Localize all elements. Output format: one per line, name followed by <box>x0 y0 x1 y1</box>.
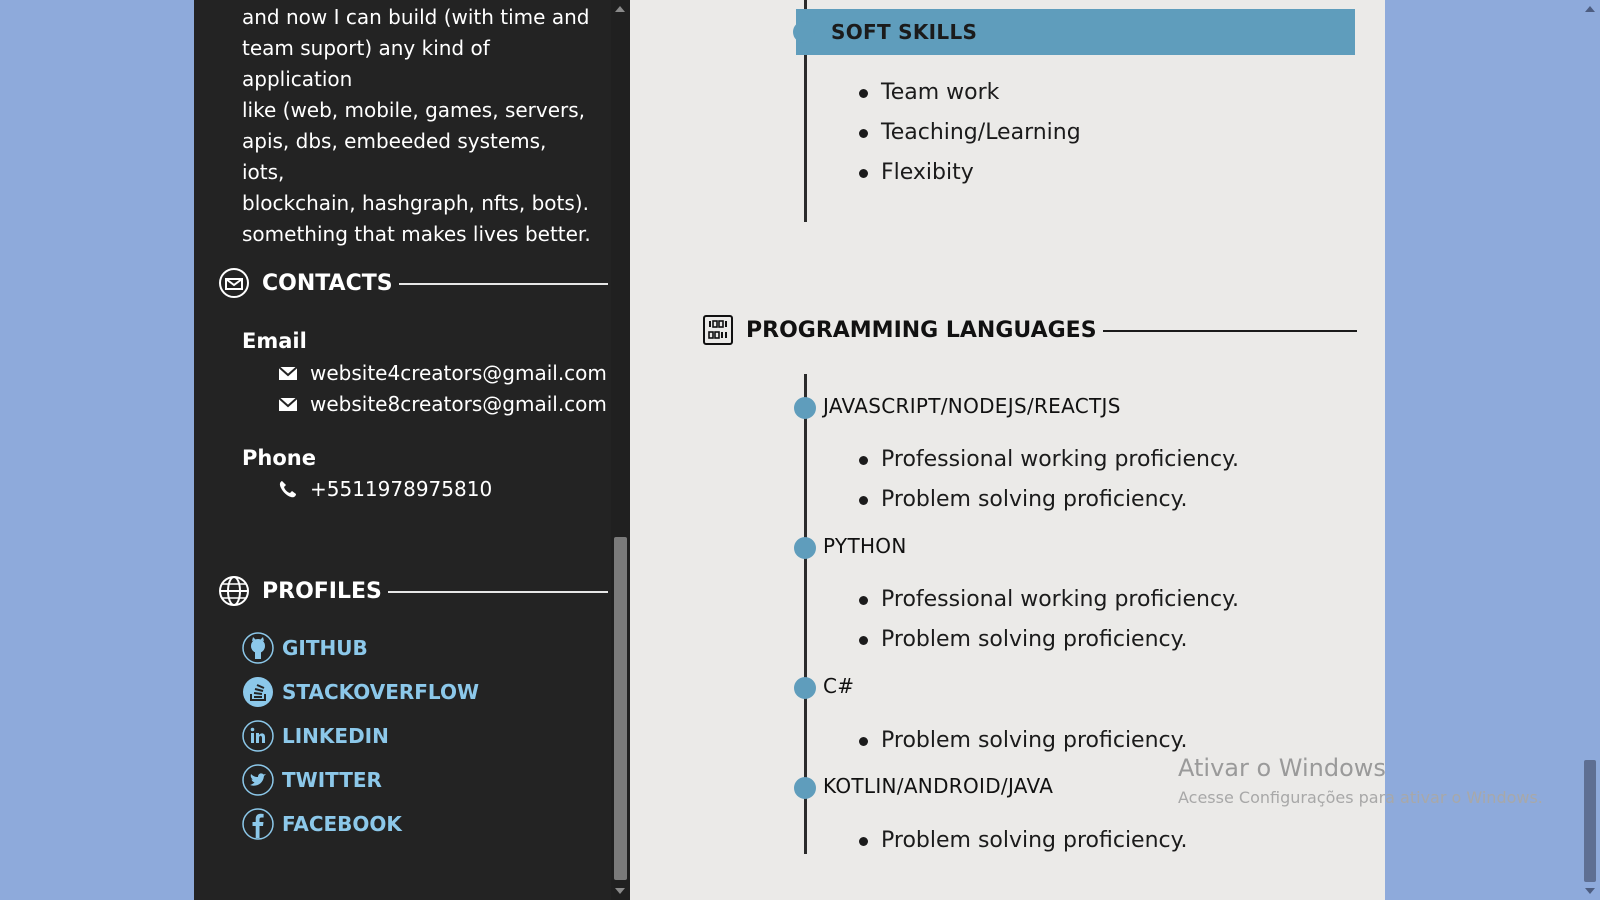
profile-link-facebook[interactable]: FACEBOOK <box>242 808 479 840</box>
about-line: blockchain, hashgraph, nfts, bots). <box>242 191 589 215</box>
language-points: Problem solving proficiency. <box>859 721 1188 761</box>
about-line: something that makes lives better. <box>242 222 591 246</box>
about-text: and now I can build (with time and team … <box>242 2 592 250</box>
language-name: PYTHON <box>823 534 907 558</box>
contacts-divider <box>398 283 608 285</box>
list-item: Problem solving proficiency. <box>859 821 1188 861</box>
email-label: Email <box>242 329 307 353</box>
timeline-dot <box>794 777 816 799</box>
mail-icon <box>278 397 298 411</box>
sidebar: and now I can build (with time and team … <box>194 0 611 900</box>
profile-label: STACKOVERFLOW <box>282 680 480 704</box>
about-line: team suport) any kind of application <box>242 36 490 91</box>
list-item: Professional working proficiency. <box>859 440 1239 480</box>
window-scroll-thumb[interactable] <box>1584 760 1596 882</box>
stackoverflow-icon <box>243 677 273 707</box>
profile-link-twitter[interactable]: TWITTER <box>242 764 479 796</box>
email-text: website4creators@gmail.com <box>310 361 607 385</box>
about-line: apis, dbs, embeeded systems, iots, <box>242 129 547 184</box>
profile-label: TWITTER <box>282 768 382 792</box>
phone-label: Phone <box>242 446 316 470</box>
globe-icon <box>219 576 249 606</box>
language-points: Professional working proficiency. Proble… <box>859 440 1239 520</box>
scroll-up-arrow-icon[interactable] <box>1585 6 1595 12</box>
programming-languages-divider <box>1102 330 1357 332</box>
soft-skills-list: Team work Teaching/Learning Flexibity <box>859 73 1081 193</box>
language-points: Professional working proficiency. Proble… <box>859 580 1239 660</box>
timeline-dot <box>794 537 816 559</box>
scroll-down-arrow-icon[interactable] <box>615 888 625 894</box>
scroll-down-arrow-icon[interactable] <box>1585 888 1595 894</box>
email-item[interactable]: website4creators@gmail.com <box>278 361 607 385</box>
profiles-list: GITHUB STACKOVERFLOW LINKEDIN TWITTER FA… <box>242 632 479 852</box>
binary-code-icon <box>703 315 733 345</box>
list-item: Team work <box>859 73 1081 113</box>
github-icon <box>242 632 274 664</box>
language-name: C# <box>823 674 855 698</box>
timeline-dot <box>793 21 815 43</box>
list-item: Teaching/Learning <box>859 113 1081 153</box>
profile-link-github[interactable]: GITHUB <box>242 632 479 664</box>
email-item[interactable]: website8creators@gmail.com <box>278 392 607 416</box>
profiles-heading: PROFILES <box>218 574 608 608</box>
contacts-title: CONTACTS <box>262 270 393 296</box>
contacts-heading: CONTACTS <box>218 266 608 300</box>
list-item: Problem solving proficiency. <box>859 480 1239 520</box>
list-item: Flexibity <box>859 153 1081 193</box>
profile-link-stackoverflow[interactable]: STACKOVERFLOW <box>242 676 479 708</box>
scroll-up-arrow-icon[interactable] <box>615 6 625 12</box>
phone-icon <box>279 481 296 498</box>
phone-item[interactable]: +5511978975810 <box>278 477 492 501</box>
soft-skills-header: SOFT SKILLS <box>796 9 1355 55</box>
windows-activation-watermark-title: Ativar o Windows <box>1178 754 1386 782</box>
language-name: KOTLIN/ANDROID/JAVA <box>823 774 1054 798</box>
list-item: Professional working proficiency. <box>859 580 1239 620</box>
twitter-icon <box>242 764 274 796</box>
profile-link-linkedin[interactable]: LINKEDIN <box>242 720 479 752</box>
programming-languages-title: PROGRAMMING LANGUAGES <box>746 317 1097 343</box>
timeline-dot <box>794 397 816 419</box>
mail-icon <box>278 366 298 380</box>
windows-activation-watermark-subtitle: Acesse Configurações para ativar o Windo… <box>1178 788 1543 807</box>
email-text: website8creators@gmail.com <box>310 392 607 416</box>
language-points: Problem solving proficiency. <box>859 821 1188 861</box>
profile-label: GITHUB <box>282 636 368 660</box>
about-line: like (web, mobile, games, servers, <box>242 98 586 122</box>
language-name: JAVASCRIPT/NODEJS/REACTJS <box>823 394 1121 418</box>
about-line: and now I can build (with time and <box>242 5 590 29</box>
timeline-dot <box>794 677 816 699</box>
sidebar-scroll-thumb[interactable] <box>614 537 627 880</box>
contact-envelope-icon <box>219 268 249 298</box>
programming-languages-heading: PROGRAMMING LANGUAGES <box>702 313 1357 347</box>
list-item: Problem solving proficiency. <box>859 620 1239 660</box>
window-scrollbar[interactable] <box>1580 0 1600 900</box>
profile-label: LINKEDIN <box>282 724 389 748</box>
profiles-divider <box>387 591 608 593</box>
sidebar-scrollbar[interactable] <box>611 0 630 900</box>
list-item: Problem solving proficiency. <box>859 721 1188 761</box>
soft-skills-title: SOFT SKILLS <box>831 20 978 44</box>
facebook-icon <box>242 808 274 840</box>
phone-text: +5511978975810 <box>310 477 493 501</box>
linkedin-icon <box>242 720 274 752</box>
profiles-title: PROFILES <box>262 578 382 604</box>
profile-label: FACEBOOK <box>282 812 402 836</box>
